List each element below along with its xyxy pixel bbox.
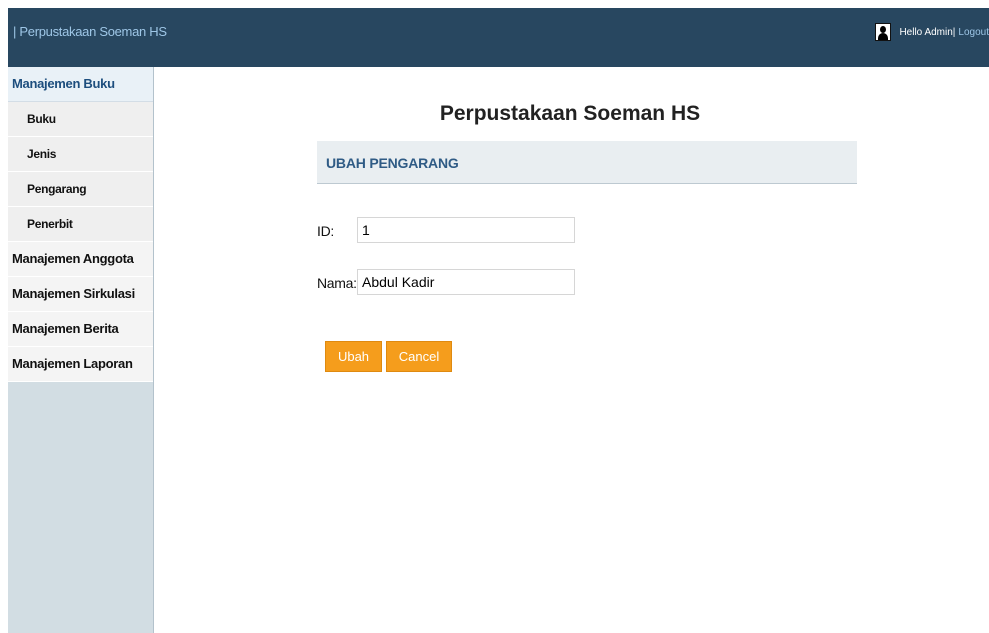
sidebar-menu: Manajemen Buku Buku Jenis Pengarang Pene… — [8, 67, 153, 382]
sidebar-section-manajemen-laporan[interactable]: Manajemen Laporan — [8, 347, 153, 382]
sidebar: Manajemen Buku Buku Jenis Pengarang Pene… — [8, 67, 154, 633]
logout-link[interactable]: Logout — [958, 27, 989, 38]
id-field[interactable] — [357, 217, 575, 243]
sidebar-section-manajemen-buku[interactable]: Manajemen Buku — [8, 67, 153, 102]
greeting-text: Hello Admin — [899, 26, 953, 38]
sidebar-item-penerbit[interactable]: Penerbit — [8, 207, 153, 242]
sidebar-item-jenis[interactable]: Jenis — [8, 137, 153, 172]
name-label: Nama: — [317, 275, 357, 291]
sidebar-item-pengarang[interactable]: Pengarang — [8, 172, 153, 207]
top-bar: | Perpustakaan Soeman HS Hello Admin | L… — [8, 8, 989, 67]
page-title: Perpustakaan Soeman HS — [439, 102, 701, 125]
user-box: Hello Admin | Logout — [875, 23, 989, 41]
user-avatar-icon — [875, 23, 892, 41]
name-field[interactable] — [357, 269, 575, 295]
app-brand[interactable]: | Perpustakaan Soeman HS — [13, 24, 167, 39]
section-header: UBAH PENGARANG — [317, 141, 857, 184]
id-label: ID: — [317, 223, 334, 239]
section-title: UBAH PENGARANG — [326, 155, 459, 171]
sidebar-section-manajemen-berita[interactable]: Manajemen Berita — [8, 312, 153, 347]
sidebar-section-manajemen-sirkulasi[interactable]: Manajemen Sirkulasi — [8, 277, 153, 312]
sidebar-item-buku[interactable]: Buku — [8, 102, 153, 137]
header-separator: | — [952, 26, 956, 38]
sidebar-section-manajemen-anggota[interactable]: Manajemen Anggota — [8, 242, 153, 277]
ubah-button[interactable]: Ubah — [325, 341, 382, 372]
cancel-button[interactable]: Cancel — [386, 341, 452, 372]
